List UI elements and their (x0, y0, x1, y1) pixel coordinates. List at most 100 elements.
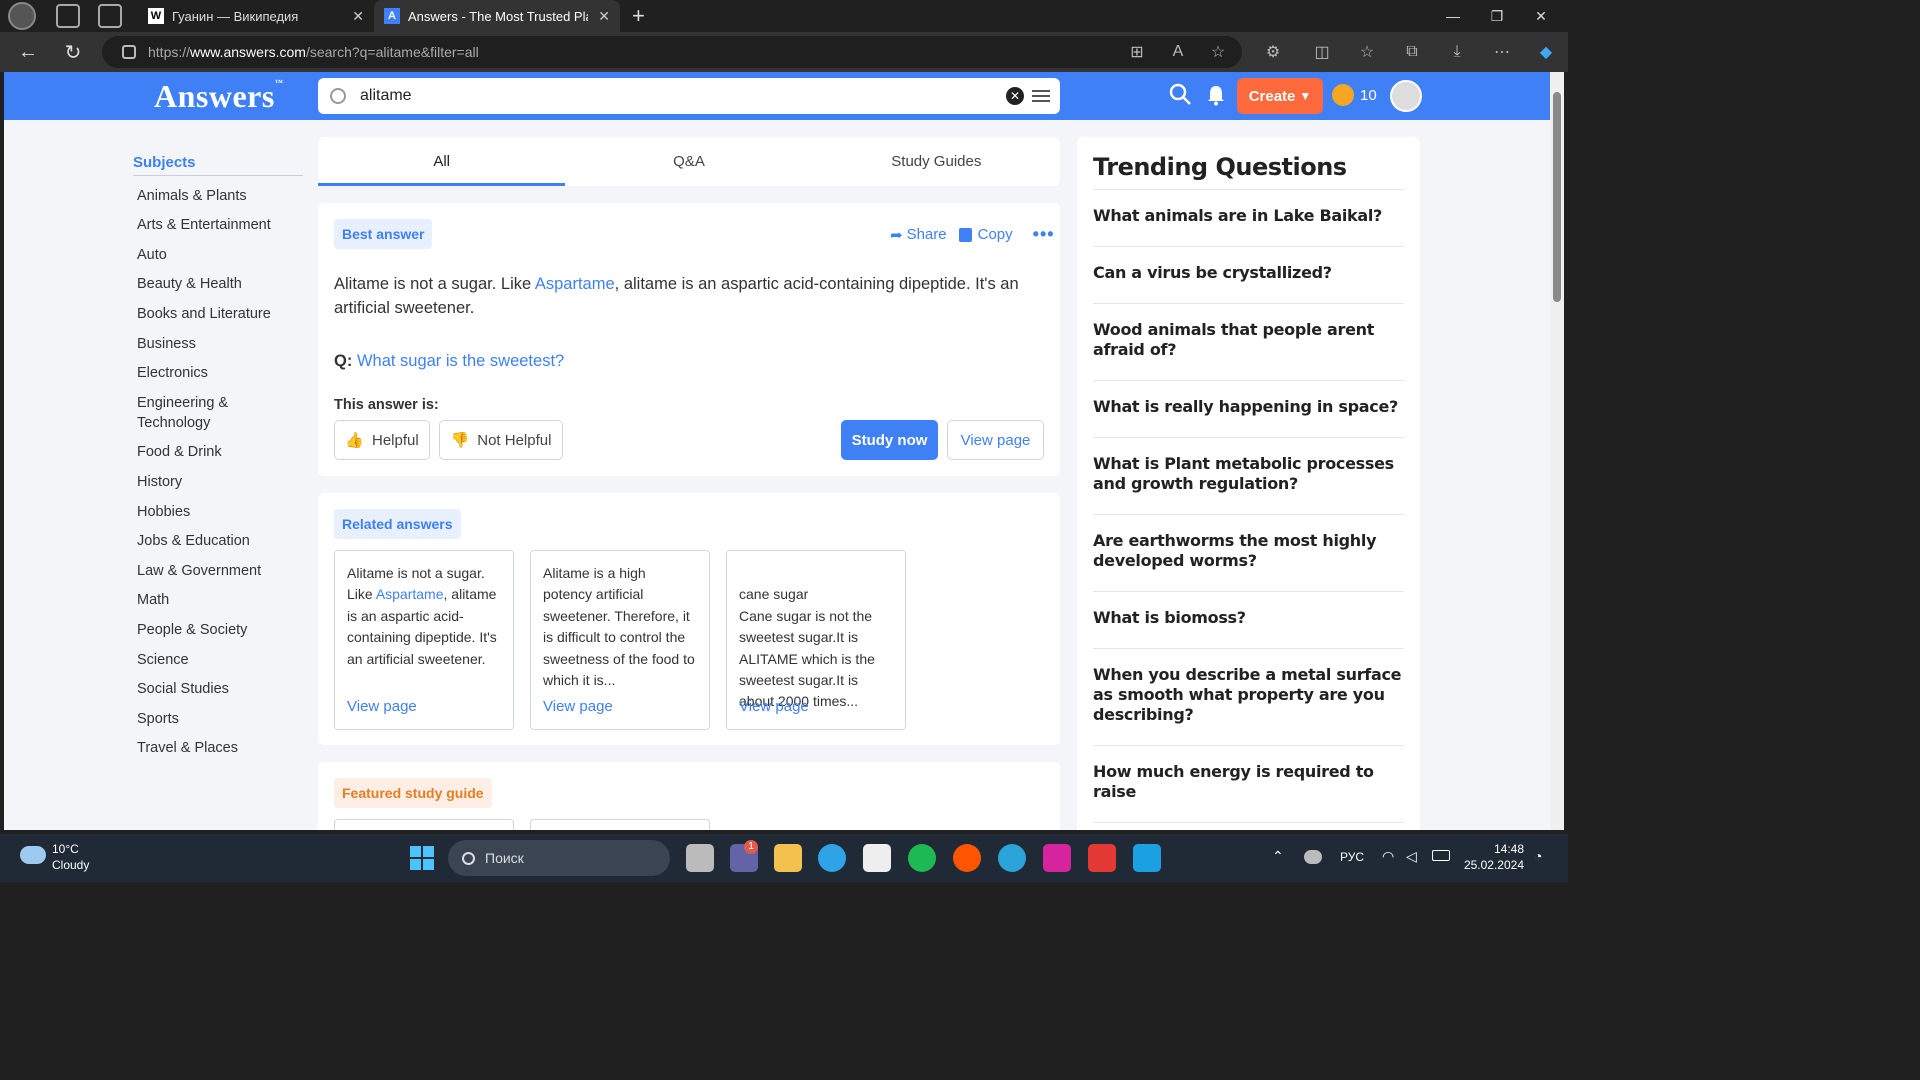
cloud-weather-icon[interactable] (20, 846, 46, 864)
clock[interactable]: 14:48 25.02.2024 (1462, 841, 1524, 873)
subject-item[interactable]: History (133, 472, 303, 492)
study-now-button[interactable]: Study now (841, 420, 938, 460)
subject-item[interactable]: Hobbies (133, 502, 303, 522)
tab-answers[interactable]: A Answers - The Most Trusted Plac ✕ (374, 0, 620, 32)
chevron-up-icon[interactable]: ⌃ (1272, 848, 1284, 865)
onedrive-icon[interactable] (1304, 850, 1322, 864)
store-icon[interactable] (863, 844, 891, 872)
spotify-icon[interactable] (908, 844, 936, 872)
tab-wikipedia[interactable]: W Гуанин — Википедия ✕ (138, 0, 374, 32)
coin-balance[interactable]: 10 (1332, 84, 1377, 106)
app-icon[interactable] (1133, 844, 1161, 872)
instagram-icon[interactable] (1043, 844, 1071, 872)
copilot-icon[interactable]: ◆ (1534, 40, 1558, 64)
question-link[interactable]: What sugar is the sweetest? (357, 352, 564, 370)
read-aloud-icon[interactable]: A (1166, 40, 1190, 64)
task-view-icon[interactable] (686, 844, 714, 872)
subject-item[interactable]: Math (133, 590, 303, 610)
restore-icon[interactable]: ❐ (1474, 0, 1520, 32)
refresh-icon[interactable]: ↻ (57, 36, 89, 68)
subject-item[interactable]: Law & Government (133, 561, 303, 581)
filter-icon[interactable] (1032, 87, 1050, 105)
trending-question[interactable]: What animals are in Lake Baikal? (1093, 190, 1404, 247)
related-link[interactable]: Aspartame (376, 586, 444, 602)
answers-logo[interactable]: Answers™ (154, 78, 283, 115)
favorite-star-icon[interactable]: ☆ (1206, 40, 1230, 64)
page-scrollbar[interactable] (1550, 72, 1564, 830)
helpful-button[interactable]: 👍 Helpful (334, 420, 430, 460)
tab-actions-icon[interactable] (98, 4, 122, 28)
subject-item[interactable]: Sports (133, 709, 303, 729)
study-guide-card[interactable] (334, 819, 514, 830)
subject-item[interactable]: Beauty & Health (133, 274, 303, 294)
more-menu-icon[interactable]: ⋯ (1490, 40, 1514, 64)
battery-icon[interactable] (1432, 850, 1450, 861)
weather-widget[interactable]: 10°C Cloudy (52, 841, 89, 873)
url-field[interactable]: https://www.answers.com/search?q=alitame… (102, 36, 1242, 68)
subjects-title[interactable]: Subjects (133, 154, 303, 176)
more-options-icon[interactable]: ••• (1033, 224, 1055, 245)
related-answer-card[interactable]: cane sugar Cane sugar is not the sweetes… (726, 550, 906, 730)
subject-item[interactable]: Electronics (133, 363, 303, 383)
pdf-reader-icon[interactable] (1088, 844, 1116, 872)
aspartame-link[interactable]: Aspartame (535, 275, 615, 293)
minimize-icon[interactable]: — (1430, 0, 1476, 32)
clear-search-icon[interactable]: ✕ (1006, 87, 1024, 105)
subject-item[interactable]: Arts & Entertainment (133, 215, 303, 235)
copy-icon[interactable] (958, 227, 972, 242)
trending-question[interactable]: What is biomoss? (1093, 592, 1404, 649)
subject-item[interactable]: Jobs & Education (133, 531, 303, 551)
related-answer-card[interactable]: Alitame is not a sugar. Like Aspartame, … (334, 550, 514, 730)
related-view-page-link[interactable]: View page (543, 696, 613, 717)
study-guide-card[interactable] (530, 819, 710, 830)
header-search-icon[interactable] (1168, 82, 1192, 106)
language-indicator[interactable]: РУС (1340, 850, 1364, 864)
telegram-icon[interactable] (998, 844, 1026, 872)
close-tab-icon[interactable]: ✕ (352, 8, 364, 25)
trending-question[interactable]: How much energy is required to raise (1093, 746, 1404, 823)
trending-question[interactable]: Are earthworms the most highly developed… (1093, 515, 1404, 592)
trending-question[interactable]: When you describe a metal surface as smo… (1093, 649, 1404, 746)
subject-item[interactable]: Animals & Plants (133, 186, 303, 206)
close-tab-icon[interactable]: ✕ (598, 8, 610, 25)
app-available-icon[interactable]: ⊞ (1125, 40, 1149, 64)
back-icon[interactable]: ← (12, 36, 44, 68)
notification-bell-icon[interactable]: ◔ (1534, 848, 1542, 864)
new-tab-icon[interactable]: + (632, 3, 645, 29)
workspaces-icon[interactable] (56, 4, 80, 28)
share-button[interactable]: Share (907, 226, 947, 243)
search-input[interactable] (360, 87, 960, 105)
split-screen-icon[interactable]: ◫ (1310, 40, 1334, 64)
scrollbar-thumb[interactable] (1553, 92, 1561, 302)
subject-item[interactable]: Engineering & Technology (133, 393, 253, 433)
downloads-icon[interactable]: ⤓ (1445, 40, 1469, 64)
close-window-icon[interactable]: ✕ (1518, 0, 1564, 32)
not-helpful-button[interactable]: 👎 Not Helpful (439, 420, 563, 460)
favorites-icon[interactable]: ☆ (1355, 40, 1379, 64)
share-icon[interactable]: ➦ (890, 226, 903, 244)
extensions-icon[interactable]: ⚙ (1261, 40, 1285, 64)
tab-all[interactable]: All (318, 137, 566, 186)
collections-icon[interactable]: ⧉ (1400, 40, 1424, 64)
related-answer-card[interactable]: Alitame is a high potency artificial swe… (530, 550, 710, 730)
tab-study-guides[interactable]: Study Guides (813, 137, 1060, 186)
tab-qa[interactable]: Q&A (565, 137, 812, 186)
profile-avatar[interactable] (8, 2, 36, 30)
copy-button[interactable]: Copy (978, 226, 1013, 243)
edge-browser-icon[interactable] (818, 844, 846, 872)
subject-item[interactable]: Social Studies (133, 679, 303, 699)
subject-item[interactable]: Food & Drink (133, 442, 303, 462)
trending-question[interactable]: What is Plant metabolic processes and gr… (1093, 438, 1404, 515)
soundcloud-icon[interactable] (953, 844, 981, 872)
subject-item[interactable]: Science (133, 650, 303, 670)
subject-item[interactable]: Books and Literature (133, 304, 303, 324)
trending-question[interactable]: Wood animals that people arent afraid of… (1093, 304, 1404, 381)
subject-item[interactable]: Business (133, 334, 303, 354)
create-button[interactable]: Create ▼ (1237, 78, 1323, 114)
related-view-page-link[interactable]: View page (739, 696, 809, 717)
start-windows-icon[interactable] (410, 846, 434, 870)
related-view-page-link[interactable]: View page (347, 696, 417, 717)
subject-item[interactable]: Travel & Places (133, 738, 303, 758)
subject-item[interactable]: People & Society (133, 620, 303, 640)
subject-item[interactable]: Auto (133, 245, 303, 265)
